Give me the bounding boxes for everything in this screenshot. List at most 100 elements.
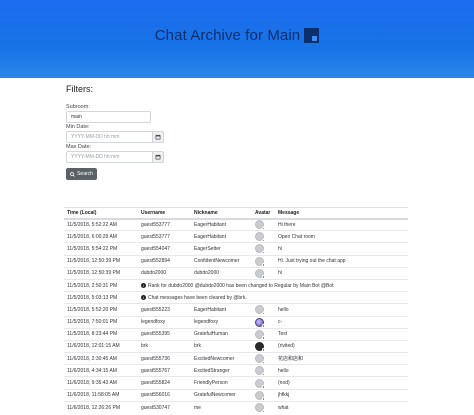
cell-message: Hi. Just trying out the chat app (275, 254, 408, 268)
cell-time: 11/6/2018, 12:01:15 AM (64, 339, 138, 353)
column-header-nickname[interactable]: Nickname (191, 207, 252, 220)
cell-message: jhfkkj (275, 388, 408, 402)
cell-nickname: legendfoxy (191, 315, 252, 329)
table-row: 11/6/2018, 4:34:15 AM guest555767 ExcitedS… (64, 364, 408, 377)
system-message-row: 11/5/2018, 5:03:13 PM i Chat messages have… (64, 291, 408, 304)
cell-message: c- (275, 315, 408, 329)
cell-time: 11/5/2018, 2:50:31 PM (64, 278, 138, 292)
column-header-time[interactable]: Time (Local) (64, 207, 138, 220)
table-row: 11/6/2018, 9:35:43 AM guest555824 Friendly… (64, 376, 408, 390)
online-status-icon (261, 372, 265, 377)
subreddit-input[interactable]: main (66, 111, 151, 123)
subreddit-label: Subroom: (66, 104, 90, 110)
cell-avatar (252, 303, 275, 316)
cell-username[interactable]: guest553777 (138, 230, 191, 243)
cell-username[interactable]: legendfoxy (138, 315, 191, 329)
cell-time: 11/5/2018, 12:50:39 PM (64, 254, 138, 268)
cell-username[interactable]: guest554047 (138, 242, 191, 256)
avatar (255, 232, 265, 243)
online-status-icon (261, 397, 265, 401)
table-row: 11/6/2018, 2:30:45 AM guest555736 ExcitedN… (64, 352, 408, 365)
avatar (255, 366, 265, 377)
cell-avatar (252, 327, 275, 341)
online-status-icon (261, 263, 265, 267)
cell-avatar (252, 339, 275, 353)
system-message-text: Chat messages have been cleared by @brk. (148, 294, 247, 301)
cell-time: 11/5/2018, 12:50:39 PM (64, 266, 138, 280)
cell-nickname: EagerSetter (191, 242, 252, 256)
cell-avatar (252, 217, 275, 231)
cell-avatar (252, 376, 275, 390)
cell-time: 11/6/2018, 12:26:26 PM (64, 400, 138, 414)
cell-time: 11/5/2018, 5:52:22 AM (64, 217, 138, 231)
online-status-icon (261, 336, 265, 340)
cell-avatar (252, 315, 275, 329)
cell-avatar (252, 230, 275, 243)
avatar (255, 329, 265, 340)
cell-username[interactable]: guest555395 (138, 327, 191, 341)
min-date-calendar-button[interactable] (152, 131, 164, 143)
cell-username[interactable]: guest555736 (138, 352, 191, 365)
cell-username[interactable]: dubdo2000 (138, 266, 191, 280)
column-header-username[interactable]: Username (138, 207, 191, 220)
app-logo-icon (304, 27, 320, 43)
table-row: 11/6/2018, 11:58:05 AM guest556016 Gratefu… (64, 388, 408, 402)
online-status-icon (261, 348, 265, 352)
cell-username[interactable]: guest555824 (138, 376, 191, 390)
page-title: Chat Archive for Main (154, 26, 301, 44)
info-icon: i (141, 282, 146, 288)
chat-table-container: Time (Local) Username Nickname Avatar Me… (64, 207, 408, 414)
cell-username[interactable]: guest555223 (138, 303, 191, 316)
cell-avatar (252, 364, 275, 377)
cell-username[interactable]: guest556016 (138, 388, 191, 402)
cell-nickname: FriendlyPerson (191, 376, 252, 390)
search-button[interactable]: Search (66, 168, 97, 180)
table-row: 11/5/2018, 6:00:29 AM guest553777 EagerHab… (64, 230, 408, 243)
cell-message: what (275, 400, 408, 414)
column-header-avatar[interactable]: Avatar (252, 207, 275, 220)
table-row: 11/5/2018, 5:52:22 AM guest553777 EagerHab… (64, 217, 408, 231)
cell-message: 花店和店和 (275, 352, 408, 365)
avatar (255, 305, 265, 316)
online-status-icon (261, 385, 265, 389)
avatar (255, 354, 265, 365)
cell-time: 11/5/2018, 7:50:01 PM (64, 315, 138, 329)
cell-username[interactable]: guest555767 (138, 364, 191, 377)
cell-username[interactable]: guest530747 (138, 400, 191, 414)
cell-message: Hi there (275, 217, 408, 231)
cell-nickname: GratefulNewcomer (191, 388, 252, 402)
min-date-input[interactable]: YYYY-MM-DD hh:mm (66, 131, 152, 143)
cell-time: 11/5/2018, 5:54:22 PM (64, 242, 138, 256)
max-date-calendar-button[interactable] (152, 151, 164, 163)
table-header-row: Time (Local) Username Nickname Avatar Me… (64, 207, 408, 220)
cell-nickname: brk (191, 339, 252, 353)
avatar (255, 220, 265, 231)
cell-message: hello (275, 303, 408, 316)
table-row: 11/6/2018, 12:01:15 AM brk brk (rivited) (64, 339, 408, 353)
avatar (255, 378, 265, 389)
cell-message: (rivited) (275, 339, 408, 353)
cell-username[interactable]: brk (138, 339, 191, 353)
info-icon: i (141, 294, 146, 300)
column-header-message[interactable]: Message (275, 207, 408, 220)
cell-nickname: EagerHabitant (191, 230, 252, 243)
cell-message: Test (275, 327, 408, 341)
online-status-icon (261, 409, 265, 414)
cell-time: 11/5/2018, 5:52:20 PM (64, 303, 138, 316)
max-date-label: Max Date: (66, 144, 92, 150)
cell-username[interactable]: guest552894 (138, 254, 191, 268)
cell-avatar (252, 400, 275, 414)
cell-avatar (252, 388, 275, 402)
cell-system-message: i Rank for dubdo2000 @dubdo2000 has been … (138, 278, 408, 292)
filters-panel: Filters: Subroom: main Min Date: YYYY-MM… (66, 84, 406, 180)
cell-avatar (252, 254, 275, 268)
calendar-icon (155, 134, 161, 140)
filters-heading: Filters: (66, 84, 93, 94)
table-row: 11/6/2018, 12:26:26 PM guest530747 me what (64, 400, 408, 414)
cell-username[interactable]: guest553777 (138, 217, 191, 231)
avatar (255, 317, 265, 328)
cell-nickname: EagerHabitant (191, 217, 252, 231)
max-date-input[interactable]: YYYY-MM-DD hh:mm (66, 151, 152, 163)
cell-nickname: me (191, 400, 252, 414)
cell-time: 11/6/2018, 4:34:15 AM (64, 364, 138, 377)
